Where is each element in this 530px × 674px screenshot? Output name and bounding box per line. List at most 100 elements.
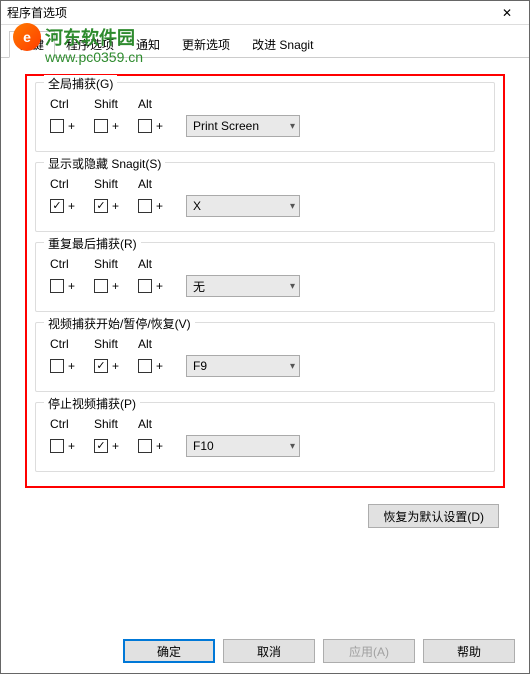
plus-sep: +: [112, 199, 119, 213]
alt-label: Alt: [138, 97, 182, 111]
alt-label: Alt: [138, 337, 182, 351]
plus-sep: +: [156, 359, 163, 373]
tab-1[interactable]: 程序选项: [55, 31, 125, 58]
hotkey-section-3: 视频捕获开始/暂停/恢复(V)CtrlShiftAlt+++F9▾: [35, 322, 495, 392]
plus-sep: +: [68, 119, 75, 133]
alt-checkbox-1[interactable]: [138, 199, 152, 213]
key-value-4: F10: [193, 439, 214, 453]
apply-label: 应用(A): [349, 643, 389, 660]
titlebar: 程序首选项 ✕: [1, 1, 529, 25]
alt-label: Alt: [138, 417, 182, 431]
plus-sep: +: [112, 119, 119, 133]
ctrl-checkbox-2[interactable]: [50, 279, 64, 293]
modifier-labels: CtrlShiftAlt: [50, 97, 480, 111]
content-area: 全局捕获(G)CtrlShiftAlt+++Print Screen▾显示或隐藏…: [1, 58, 529, 536]
key-value-2: 无: [193, 278, 205, 295]
plus-sep: +: [68, 199, 75, 213]
tab-bar: 热键程序选项通知更新选项改进 Snagit: [9, 31, 529, 58]
shift-checkbox-4[interactable]: [94, 439, 108, 453]
ctrl-label: Ctrl: [50, 337, 94, 351]
help-button[interactable]: 帮助: [423, 639, 515, 663]
tab-4[interactable]: 改进 Snagit: [241, 31, 324, 58]
key-select-4[interactable]: F10 ▾: [186, 435, 300, 457]
alt-checkbox-0[interactable]: [138, 119, 152, 133]
modifier-row: + + + F9 ▾: [50, 355, 480, 377]
ok-label: 确定: [157, 643, 181, 660]
dialog-footer: 确定 取消 应用(A) 帮助: [123, 639, 515, 663]
modifier-row: + + + Print Screen ▾: [50, 115, 480, 137]
plus-sep: +: [112, 359, 119, 373]
chevron-down-icon: ▾: [290, 121, 295, 132]
ctrl-label: Ctrl: [50, 257, 94, 271]
ctrl-label: Ctrl: [50, 177, 94, 191]
ok-button[interactable]: 确定: [123, 639, 215, 663]
chevron-down-icon: ▾: [290, 361, 295, 372]
cancel-button[interactable]: 取消: [223, 639, 315, 663]
hotkey-title-3: 视频捕获开始/暂停/恢复(V): [44, 315, 195, 332]
modifier-labels: CtrlShiftAlt: [50, 417, 480, 431]
shift-label: Shift: [94, 97, 138, 111]
key-value-0: Print Screen: [193, 119, 259, 133]
hotkey-title-1: 显示或隐藏 Snagit(S): [44, 155, 165, 172]
plus-sep: +: [156, 439, 163, 453]
restore-defaults-button[interactable]: 恢复为默认设置(D): [368, 504, 499, 528]
key-select-2[interactable]: 无▾: [186, 275, 300, 297]
modifier-labels: CtrlShiftAlt: [50, 337, 480, 351]
shift-checkbox-2[interactable]: [94, 279, 108, 293]
ctrl-checkbox-4[interactable]: [50, 439, 64, 453]
shift-label: Shift: [94, 337, 138, 351]
modifier-labels: CtrlShiftAlt: [50, 257, 480, 271]
hotkey-section-0: 全局捕获(G)CtrlShiftAlt+++Print Screen▾: [35, 82, 495, 152]
key-select-1[interactable]: X▾: [186, 195, 300, 217]
hotkey-title-4: 停止视频捕获(P): [44, 395, 140, 412]
shift-checkbox-3[interactable]: [94, 359, 108, 373]
modifier-row: +++F10▾: [50, 435, 480, 457]
plus-sep: +: [68, 279, 75, 293]
shift-label: Shift: [94, 177, 138, 191]
window-title: 程序首选项: [7, 4, 67, 21]
shift-checkbox-0[interactable]: [94, 119, 108, 133]
restore-defaults-label: 恢复为默认设置(D): [383, 508, 484, 525]
ctrl-label: Ctrl: [50, 417, 94, 431]
shift-label: Shift: [94, 417, 138, 431]
tab-3[interactable]: 更新选项: [171, 31, 241, 58]
hotkey-section-1: 显示或隐藏 Snagit(S)CtrlShiftAlt+++X▾: [35, 162, 495, 232]
ctrl-checkbox-3[interactable]: [50, 359, 64, 373]
plus-sep: +: [68, 359, 75, 373]
close-icon: ✕: [502, 6, 512, 20]
ctrl-checkbox-1[interactable]: [50, 199, 64, 213]
modifier-row: +++无▾: [50, 275, 480, 297]
chevron-down-icon: ▾: [290, 441, 295, 452]
plus-sep: +: [156, 199, 163, 213]
tab-2[interactable]: 通知: [125, 31, 171, 58]
modifier-row: +++X▾: [50, 195, 480, 217]
modifier-labels: CtrlShiftAlt: [50, 177, 480, 191]
key-select-3[interactable]: F9 ▾: [186, 355, 300, 377]
hotkey-section-4: 停止视频捕获(P)CtrlShiftAlt+++F10▾: [35, 402, 495, 472]
alt-checkbox-2[interactable]: [138, 279, 152, 293]
ctrl-checkbox-0[interactable]: [50, 119, 64, 133]
alt-label: Alt: [138, 177, 182, 191]
hotkey-title-2: 重复最后捕获(R): [44, 235, 141, 252]
help-label: 帮助: [457, 643, 481, 660]
hotkey-section-2: 重复最后捕获(R)CtrlShiftAlt+++无▾: [35, 242, 495, 312]
chevron-down-icon: ▾: [290, 201, 295, 212]
key-value-1: X: [193, 199, 201, 213]
shift-label: Shift: [94, 257, 138, 271]
alt-label: Alt: [138, 257, 182, 271]
tab-0[interactable]: 热键: [9, 31, 55, 58]
cancel-label: 取消: [257, 643, 281, 660]
alt-checkbox-4[interactable]: [138, 439, 152, 453]
plus-sep: +: [156, 119, 163, 133]
chevron-down-icon: ▾: [290, 281, 295, 292]
plus-sep: +: [156, 279, 163, 293]
key-value-3: F9: [193, 359, 207, 373]
ctrl-label: Ctrl: [50, 97, 94, 111]
hotkey-title-0: 全局捕获(G): [44, 75, 117, 92]
shift-checkbox-1[interactable]: [94, 199, 108, 213]
alt-checkbox-3[interactable]: [138, 359, 152, 373]
apply-button[interactable]: 应用(A): [323, 639, 415, 663]
window-close-button[interactable]: ✕: [485, 1, 529, 25]
key-select-0[interactable]: Print Screen ▾: [186, 115, 300, 137]
plus-sep: +: [112, 279, 119, 293]
